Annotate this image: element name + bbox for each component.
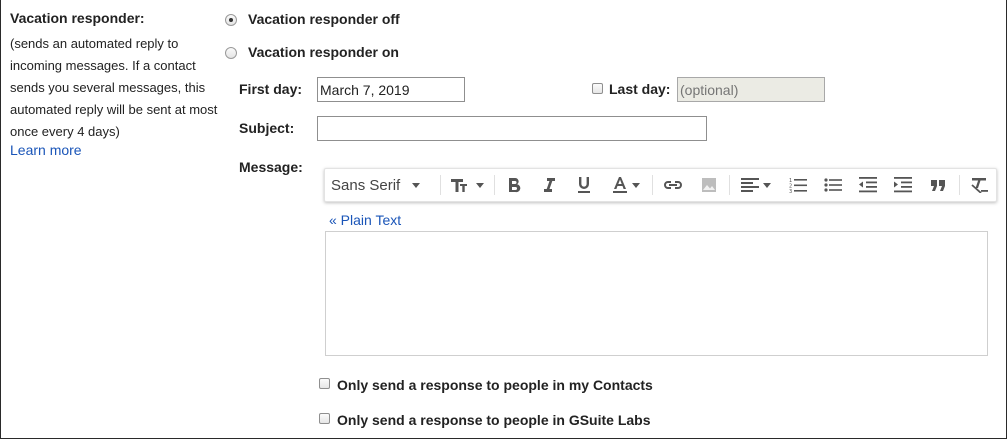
underline-button[interactable] — [571, 169, 597, 201]
responder-off-label[interactable]: Vacation responder off — [248, 11, 400, 27]
indent-less-button[interactable] — [854, 169, 882, 201]
toolbar-divider — [652, 175, 653, 195]
contacts-only-label[interactable]: Only send a response to people in my Con… — [337, 377, 653, 393]
text-color-button[interactable] — [606, 169, 646, 201]
chevron-down-icon — [632, 182, 640, 188]
contacts-only-checkbox[interactable] — [319, 378, 330, 389]
numbered-list-button[interactable]: 123 — [784, 169, 812, 201]
chevron-down-icon — [763, 182, 771, 188]
toolbar-divider — [440, 175, 441, 195]
align-button[interactable] — [735, 169, 777, 201]
first-day-label: First day: — [239, 81, 303, 97]
toolbar-divider — [959, 175, 960, 195]
responder-on-radio[interactable] — [225, 47, 237, 59]
underline-icon — [576, 176, 592, 194]
subject-label: Subject: — [239, 120, 295, 136]
text-color-icon — [612, 176, 628, 194]
message-label: Message: — [239, 159, 303, 175]
font-family-value: Sans Serif — [331, 176, 401, 194]
learn-more-link[interactable]: Learn more — [10, 142, 82, 158]
font-size-icon — [450, 177, 472, 193]
last-day-input[interactable] — [677, 77, 825, 102]
first-day-input[interactable] — [317, 77, 465, 102]
image-button[interactable] — [695, 169, 723, 201]
responder-on-label[interactable]: Vacation responder on — [248, 44, 399, 60]
gsuite-only-checkbox[interactable] — [319, 413, 330, 424]
font-family-dropdown[interactable]: Sans Serif — [331, 169, 435, 201]
toolbar-divider — [494, 175, 495, 195]
font-size-button[interactable] — [446, 169, 488, 201]
indent-more-icon — [894, 177, 912, 193]
align-icon — [741, 178, 759, 192]
section-title: Vacation responder: — [10, 10, 145, 26]
chevron-down-icon — [412, 182, 421, 188]
svg-text:3: 3 — [789, 189, 792, 193]
indent-less-icon — [859, 177, 877, 193]
italic-button[interactable] — [536, 169, 562, 201]
last-day-label: Last day: — [609, 81, 671, 97]
indent-more-button[interactable] — [889, 169, 917, 201]
formatting-toolbar: Sans Serif 1 2 3 — [324, 168, 997, 202]
remove-formatting-icon — [970, 177, 988, 193]
section-description: (sends an automated reply to incoming me… — [10, 36, 218, 139]
vacation-responder-panel: Vacation responder: (sends an automated … — [0, 0, 1007, 439]
quote-icon — [930, 179, 946, 191]
image-icon — [701, 177, 717, 193]
numbered-list-icon: 123 — [789, 177, 807, 193]
chevron-down-icon — [476, 182, 484, 188]
link-icon — [663, 180, 683, 190]
remove-formatting-button[interactable] — [965, 169, 993, 201]
plain-text-link[interactable]: « Plain Text — [329, 212, 401, 228]
bulleted-list-button[interactable] — [819, 169, 847, 201]
subject-input[interactable] — [317, 116, 707, 141]
bold-button[interactable] — [501, 169, 527, 201]
last-day-checkbox[interactable] — [592, 83, 603, 94]
toolbar-divider — [729, 175, 730, 195]
responder-off-radio[interactable] — [225, 14, 237, 26]
bold-icon — [507, 177, 521, 193]
bulleted-list-icon — [824, 177, 842, 193]
message-body-editor[interactable] — [325, 231, 988, 356]
quote-button[interactable] — [924, 169, 952, 201]
link-button[interactable] — [659, 169, 687, 201]
gsuite-only-label[interactable]: Only send a response to people in GSuite… — [337, 412, 651, 428]
italic-icon — [542, 177, 556, 193]
